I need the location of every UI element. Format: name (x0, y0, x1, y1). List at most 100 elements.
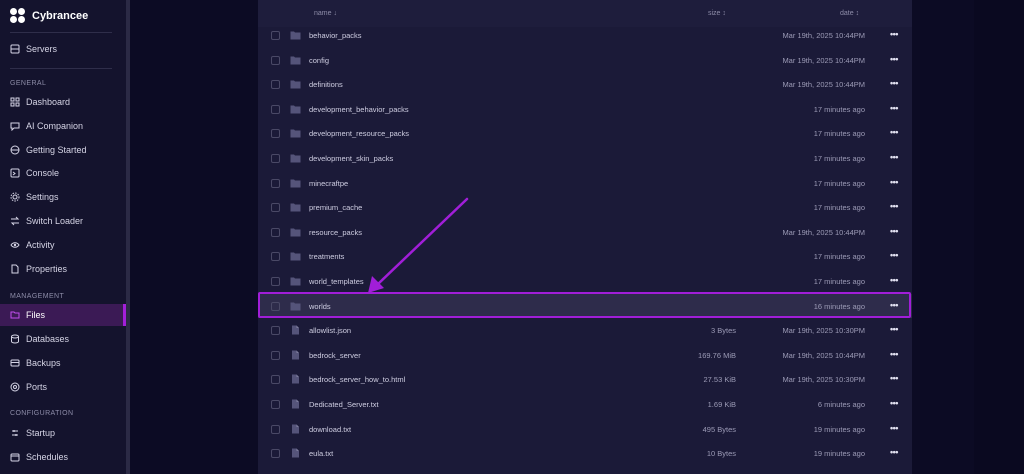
file-row[interactable]: bedrock_server_how_to.html 27.53 KiB Mar 1… (258, 367, 912, 392)
file-row[interactable]: development_resource_packs 17 minutes ago… (258, 121, 912, 146)
row-checkbox[interactable] (271, 80, 280, 90)
more-options-icon[interactable]: ••• (890, 152, 898, 162)
more-options-icon[interactable]: ••• (890, 398, 898, 408)
file-name[interactable]: download.txt (309, 425, 351, 434)
file-name[interactable]: premium_cache (309, 203, 362, 212)
file-name[interactable]: bedrock_server_how_to.html (309, 375, 405, 384)
more-options-icon[interactable]: ••• (890, 103, 898, 113)
more-options-icon[interactable]: ••• (890, 447, 898, 457)
row-checkbox[interactable] (271, 31, 280, 40)
file-date: Mar 19th, 2025 10:30PM (782, 375, 865, 385)
row-checkbox[interactable] (271, 154, 280, 163)
row-checkbox[interactable] (271, 449, 280, 459)
brand[interactable]: Cybrancee (10, 8, 88, 24)
file-row[interactable]: Dedicated_Server.txt 1.69 KiB 6 minutes ag… (258, 392, 912, 417)
file-row[interactable]: behavior_packs Mar 19th, 2025 10:44PM ••• (258, 23, 912, 48)
file-name[interactable]: eula.txt (309, 449, 333, 458)
row-checkbox[interactable] (271, 104, 280, 114)
more-options-icon[interactable]: ••• (890, 324, 898, 334)
row-checkbox[interactable] (271, 350, 280, 360)
file-name[interactable]: resource_packs (309, 228, 362, 237)
more-options-icon[interactable]: ••• (890, 29, 898, 39)
sidebar-item-files[interactable]: Files (0, 304, 126, 326)
sidebar-item-getting-started[interactable]: Getting Started (0, 139, 126, 161)
column-header-date[interactable]: date ↕ (840, 10, 859, 17)
file-name[interactable]: allowlist.json (309, 326, 351, 335)
sidebar-item-activity[interactable]: Activity (0, 234, 126, 256)
more-options-icon[interactable]: ••• (890, 275, 898, 285)
row-checkbox[interactable] (271, 326, 280, 336)
row-checkbox[interactable] (271, 375, 280, 385)
file-icon (290, 374, 301, 384)
sidebar-item-ai-companion[interactable]: AI Companion (0, 115, 126, 137)
row-checkbox[interactable] (271, 227, 280, 237)
folder-icon (290, 251, 301, 261)
row-checkbox[interactable] (271, 129, 280, 139)
chat-icon (10, 122, 20, 131)
file-row[interactable]: definitions Mar 19th, 2025 10:44PM ••• (258, 72, 912, 97)
row-checkbox[interactable] (271, 424, 280, 434)
file-row[interactable]: config Mar 19th, 2025 10:44PM ••• (258, 48, 912, 73)
file-name[interactable]: config (309, 56, 329, 65)
file-row[interactable]: resource_packs Mar 19th, 2025 10:44PM ••• (258, 220, 912, 245)
file-row[interactable]: bedrock_server 169.76 MiB Mar 19th, 2025 1… (258, 343, 912, 368)
file-row[interactable]: eula.txt 10 Bytes 19 minutes ago ••• (258, 441, 912, 466)
more-options-icon[interactable]: ••• (890, 349, 898, 359)
file-row[interactable]: development_skin_packs 17 minutes ago ••• (258, 146, 912, 171)
more-options-icon[interactable]: ••• (890, 373, 898, 383)
file-name[interactable]: minecraftpe (309, 179, 348, 188)
file-row[interactable]: premium_cache 17 minutes ago ••• (258, 195, 912, 220)
sidebar-item-properties[interactable]: Properties (0, 258, 126, 280)
file-row[interactable]: minecraftpe 17 minutes ago ••• (258, 171, 912, 196)
file-name[interactable]: development_resource_packs (309, 129, 409, 138)
file-row[interactable]: download.txt 495 Bytes 19 minutes ago ••• (258, 417, 912, 442)
file-name[interactable]: development_behavior_packs (309, 105, 409, 114)
row-checkbox[interactable] (271, 203, 280, 213)
file-name[interactable]: world_templates (309, 277, 364, 286)
more-options-icon[interactable]: ••• (890, 250, 898, 260)
row-checkbox[interactable] (271, 277, 280, 286)
divider (10, 32, 112, 33)
sidebar-item-backups[interactable]: Backups (0, 352, 126, 374)
more-options-icon[interactable]: ••• (890, 54, 898, 64)
file-name[interactable]: behavior_packs (309, 31, 362, 40)
file-name[interactable]: definitions (309, 80, 343, 89)
file-row[interactable]: world_templates 17 minutes ago ••• (258, 269, 912, 294)
more-options-icon[interactable]: ••• (890, 78, 898, 88)
folder-icon (290, 55, 301, 65)
file-size: 10 Bytes (706, 449, 736, 459)
sidebar-item-label: AI Companion (26, 121, 84, 131)
more-options-icon[interactable]: ••• (890, 177, 898, 187)
file-name[interactable]: Dedicated_Server.txt (309, 400, 379, 409)
sidebar-item-console[interactable]: Console (0, 162, 126, 184)
file-name[interactable]: bedrock_server (309, 351, 361, 360)
more-options-icon[interactable]: ••• (890, 127, 898, 137)
file-row[interactable]: treatments 17 minutes ago ••• (258, 244, 912, 269)
more-options-icon[interactable]: ••• (890, 226, 898, 236)
sidebar-item-schedules[interactable]: Schedules (0, 446, 126, 468)
sidebar-item-switch-loader[interactable]: Switch Loader (0, 210, 126, 232)
file-date: Mar 19th, 2025 10:44PM (782, 350, 865, 360)
file-row[interactable]: allowlist.json 3 Bytes Mar 19th, 2025 10:3… (258, 318, 912, 343)
file-date: 19 minutes ago (813, 449, 865, 459)
row-checkbox[interactable] (271, 55, 280, 65)
file-size: 3 Bytes (710, 326, 736, 336)
more-options-icon[interactable]: ••• (890, 201, 898, 211)
row-checkbox[interactable] (271, 252, 280, 262)
file-name[interactable]: development_skin_packs (309, 154, 393, 163)
sidebar-item-settings[interactable]: Settings (0, 186, 126, 208)
column-header-size[interactable]: size ↕ (708, 10, 726, 17)
file-row[interactable]: development_behavior_packs 17 minutes ago… (258, 97, 912, 122)
sidebar-item-dashboard[interactable]: Dashboard (0, 91, 126, 113)
row-checkbox[interactable] (271, 178, 280, 188)
sidebar-item-databases[interactable]: Databases (0, 328, 126, 350)
sidebar-item-servers[interactable]: Servers (0, 38, 126, 60)
file-date: 17 minutes ago (813, 129, 865, 139)
more-options-icon[interactable]: ••• (890, 423, 898, 433)
row-checkbox[interactable] (271, 400, 280, 409)
sidebar-item-ports[interactable]: Ports (0, 376, 126, 398)
file-name[interactable]: treatments (309, 252, 344, 261)
sidebar-item-label: Properties (26, 264, 68, 274)
sidebar-item-startup[interactable]: Startup (0, 422, 126, 444)
column-header-name[interactable]: name ↓ (314, 10, 337, 17)
